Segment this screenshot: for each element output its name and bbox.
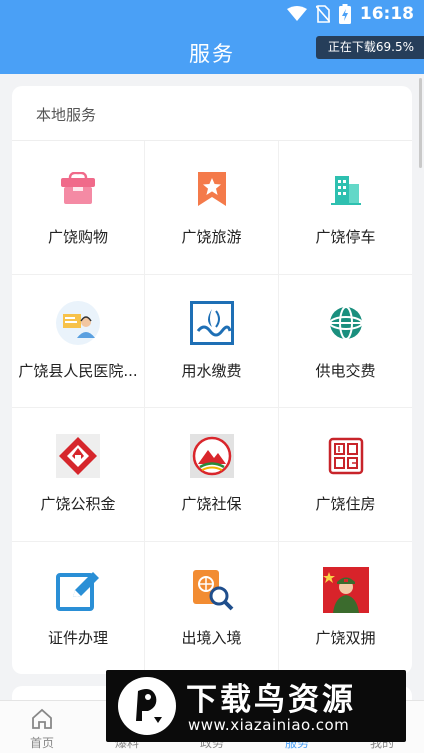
soldier-flag-icon bbox=[322, 566, 369, 613]
passport-search-icon bbox=[189, 567, 235, 613]
housing-fund-logo-icon bbox=[55, 433, 101, 479]
service-housing[interactable]: 广饶住房 bbox=[279, 408, 412, 542]
tab-home[interactable]: 首页 bbox=[0, 701, 84, 753]
service-shopping[interactable]: 广饶购物 bbox=[12, 141, 145, 275]
watermark-title: 下载鸟资源 bbox=[186, 682, 356, 718]
service-tourism[interactable]: 广饶旅游 bbox=[145, 141, 279, 275]
hospital-doctor-icon bbox=[55, 300, 101, 346]
service-label: 证件办理 bbox=[47, 628, 108, 647]
no-sim-icon bbox=[315, 5, 330, 23]
shopping-bag-icon bbox=[55, 166, 101, 212]
service-label: 用水缴费 bbox=[181, 361, 242, 380]
status-bar: 16:18 bbox=[0, 0, 424, 30]
bird-logo-icon bbox=[118, 677, 176, 735]
service-hospital[interactable]: 广饶县人民医院... bbox=[12, 274, 145, 408]
service-label: 广饶双拥 bbox=[315, 628, 376, 647]
local-services-card: 本地服务 广饶购物 广饶旅游 广饶停车 广饶县人民医院... 用水缴费 供电交费… bbox=[12, 86, 412, 674]
service-label: 广饶停车 bbox=[315, 228, 376, 246]
download-progress-badge[interactable]: 正在下载69.5% bbox=[315, 36, 424, 59]
service-entry-exit[interactable]: 出境入境 bbox=[145, 541, 279, 674]
home-icon bbox=[32, 708, 52, 729]
service-certificates[interactable]: 证件办理 bbox=[12, 541, 145, 674]
service-water-payment[interactable]: 用水缴费 bbox=[145, 274, 279, 408]
service-label: 广饶社保 bbox=[181, 495, 242, 513]
watermark-url: www.xiazainiao.com bbox=[188, 716, 350, 734]
status-time: 16:18 bbox=[359, 4, 414, 24]
social-security-logo-icon bbox=[189, 433, 235, 479]
service-military-support[interactable]: 广饶双拥 bbox=[279, 542, 412, 675]
service-housing-fund[interactable]: 广饶公积金 bbox=[12, 408, 145, 542]
section-title: 本地服务 bbox=[36, 106, 97, 124]
wifi-icon bbox=[286, 6, 307, 21]
site-watermark: 下载鸟资源 www.xiazainiao.com bbox=[106, 670, 406, 742]
status-icons: 16:18 bbox=[286, 4, 414, 24]
building-icon bbox=[323, 166, 369, 212]
app-header: 16:18 服务 正在下载69.5% bbox=[0, 0, 424, 74]
service-label: 供电交费 bbox=[315, 361, 376, 380]
services-grid: 广饶购物 广饶旅游 广饶停车 广饶县人民医院... 用水缴费 供电交费 广饶公积… bbox=[12, 141, 412, 674]
housing-seal-icon bbox=[323, 433, 369, 479]
service-label: 出境入境 bbox=[181, 628, 242, 647]
service-label: 广饶公积金 bbox=[40, 495, 116, 513]
bookmark-star-icon bbox=[189, 166, 235, 212]
water-logo-icon bbox=[189, 300, 235, 346]
scrollbar-thumb[interactable] bbox=[419, 78, 422, 168]
tab-label: 首页 bbox=[29, 736, 54, 750]
service-label: 广饶住房 bbox=[315, 495, 376, 513]
service-label: 广饶旅游 bbox=[181, 228, 242, 246]
edit-document-icon bbox=[55, 567, 101, 613]
service-social-security[interactable]: 广饶社保 bbox=[145, 408, 279, 542]
service-electricity-payment[interactable]: 供电交费 bbox=[279, 275, 412, 408]
service-label: 广饶县人民医院... bbox=[18, 361, 138, 380]
service-label: 广饶购物 bbox=[47, 228, 108, 246]
service-parking[interactable]: 广饶停车 bbox=[279, 141, 412, 275]
battery-charging-icon bbox=[338, 4, 351, 24]
power-grid-logo-icon bbox=[323, 300, 369, 346]
